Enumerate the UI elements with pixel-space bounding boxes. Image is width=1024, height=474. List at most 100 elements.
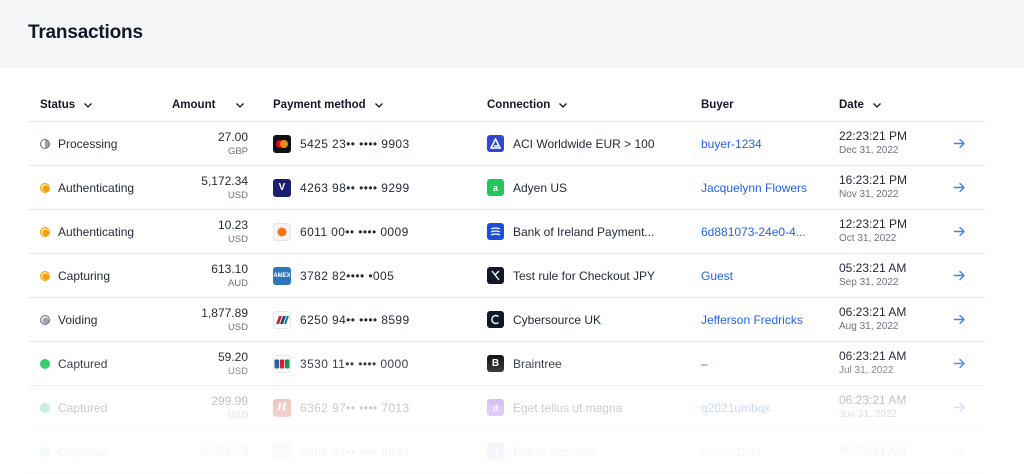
chevron-down-icon: [374, 102, 383, 108]
maestro-icon: [273, 222, 291, 241]
transaction-time: 16:23:21 PM: [839, 173, 908, 187]
status-dot-icon: [40, 182, 50, 193]
transactions-table: Status Amount Payment method Connection …: [28, 88, 985, 474]
header-date: Date: [839, 98, 864, 111]
row-open-button[interactable]: [953, 122, 966, 165]
buyer-link[interactable]: 6d881073-24e0-4...: [701, 225, 806, 239]
chevron-down-icon: [559, 102, 568, 108]
status-dot-icon: [40, 314, 50, 325]
status-label: Captured: [58, 444, 108, 459]
row-open-button[interactable]: [953, 254, 966, 297]
dlocal-icon: d: [487, 399, 504, 416]
card-number: 6250 94•• •••• 8599: [300, 312, 410, 327]
card-number: 3782 82•••• •005: [300, 268, 395, 283]
amount-currency: USD: [227, 321, 248, 333]
header-status: Status: [40, 98, 76, 111]
payment-method-cell: 6062 82•• •••• 8634: [273, 430, 410, 473]
amount-currency: AUD: [227, 277, 248, 289]
transaction-date: Dec 31, 2022: [839, 145, 899, 156]
connection-cell: d Eget tellus ut magna: [487, 386, 622, 429]
transaction-date: Jun 31, 2022: [839, 409, 897, 420]
amount-value: 5,172.34: [201, 173, 248, 188]
buyer-link[interactable]: Guest: [701, 269, 733, 283]
buyer-link[interactable]: –: [701, 357, 708, 371]
buyer-cell: buyer-1234: [701, 430, 762, 473]
table-row[interactable]: Authenticating 10.23 USD 6011 00•• •••• …: [28, 210, 985, 254]
row-open-button[interactable]: [953, 298, 966, 341]
buyer-link[interactable]: Jefferson Fredricks: [701, 313, 803, 327]
date-cell: 06:23:21 AM Jun 31, 2022: [839, 386, 906, 429]
chevron-down-icon: [872, 102, 881, 108]
connection-cell: B Braintree: [487, 342, 562, 385]
buyer-link[interactable]: buyer-1234: [701, 445, 762, 459]
table-row[interactable]: Processing 27.00 GBP 5425 23•• •••• 9903…: [28, 122, 985, 166]
status-cell: Voiding: [40, 298, 97, 341]
buyer-link[interactable]: buyer-1234: [701, 137, 762, 151]
connection-name: Cybersource UK: [513, 312, 602, 327]
table-row[interactable]: Captured 8,268.23 6062 82•• •••• 8634 d …: [28, 430, 985, 474]
status-label: Voiding: [58, 312, 98, 327]
table-row[interactable]: Authenticating 5,172.34 USD V 4263 98•• …: [28, 166, 985, 210]
arrow-right-icon: [953, 314, 965, 325]
arrow-right-icon: [953, 226, 965, 237]
status-cell: Captured: [40, 342, 107, 385]
date-cell: 06:23:21 AM Jul 31, 2022: [839, 342, 906, 385]
table-row[interactable]: Captured 299.99 USD H 6362 97•• •••• 701…: [28, 386, 985, 430]
payment-method-cell: V 4263 98•• •••• 9299: [273, 166, 410, 209]
status-cell: Capturing: [40, 254, 110, 297]
status-label: Processing: [58, 136, 118, 151]
payment-method-cell: 6011 00•• •••• 0009: [273, 210, 409, 253]
buyer-cell: –: [701, 342, 708, 385]
date-cell: 22:23:21 PM Dec 31, 2022: [839, 122, 907, 165]
status-cell: Authenticating: [40, 166, 134, 209]
connection-cell: Cybersource UK: [487, 298, 601, 341]
status-label: Captured: [58, 356, 108, 371]
card-number: 4263 98•• •••• 9299: [300, 180, 410, 195]
status-cell: Processing: [40, 122, 117, 165]
amount-currency: USD: [227, 189, 248, 201]
header-connection: Connection: [487, 98, 551, 111]
amount-currency: USD: [227, 365, 248, 377]
row-open-button[interactable]: [953, 430, 966, 473]
date-cell: 16:23:21 PM Nov 31, 2022: [839, 166, 907, 209]
row-open-button[interactable]: [953, 166, 966, 209]
date-cell: 05:23:21 AM Sep 31, 2022: [839, 254, 906, 297]
connection-name: Test rule for Checkout JPY: [513, 268, 656, 283]
adyen-icon: a: [487, 179, 504, 196]
table-row[interactable]: Captured 59.20 USD 3530 11•• •••• 0000 B…: [28, 342, 985, 386]
card-number: 5425 23•• •••• 9903: [300, 136, 410, 151]
transaction-time: 06:23:21 AM: [839, 444, 907, 458]
arrow-right-icon: [953, 270, 965, 281]
card-icon: [273, 442, 291, 461]
amount-currency: USD: [227, 233, 248, 245]
connection-cell: Test rule for Checkout JPY: [487, 254, 655, 297]
connection-cell: a Adyen US: [487, 166, 567, 209]
date-cell: 12:23:21 PM Oct 31, 2022: [839, 210, 907, 253]
payment-method-cell: 6250 94•• •••• 8599: [273, 298, 410, 341]
amount-value: 27.00: [217, 129, 248, 144]
payment-method-cell: 5425 23•• •••• 9903: [273, 122, 410, 165]
amount-value: 1,877.89: [201, 305, 248, 320]
row-open-button[interactable]: [953, 210, 966, 253]
buyer-link[interactable]: Jacquelynn Flowers: [701, 181, 807, 195]
buyer-cell: Jefferson Fredricks: [701, 298, 803, 341]
connection-name: Fusce nec urna: [513, 444, 596, 459]
row-open-button[interactable]: [953, 342, 966, 385]
amount-cell: 5,172.34 USD: [172, 166, 248, 209]
status-dot-icon: [40, 358, 50, 369]
table-row[interactable]: Voiding 1,877.89 USD 6250 94•• •••• 8599…: [28, 298, 985, 342]
row-open-button[interactable]: [953, 386, 966, 429]
amount-cell: 613.10 AUD: [172, 254, 248, 297]
arrow-right-icon: [953, 446, 965, 457]
transaction-time: 06:23:21 AM: [839, 305, 907, 319]
amount-value: 10.23: [217, 217, 248, 232]
payment-method-cell: AMEX 3782 82•••• •005: [273, 254, 394, 297]
arrow-right-icon: [953, 138, 965, 149]
amount-value: 299.99: [211, 393, 248, 408]
transaction-date: Sep 31, 2022: [839, 277, 899, 288]
chevron-down-icon: [84, 102, 93, 108]
header-payment-method: Payment method: [273, 98, 366, 111]
table-row[interactable]: Capturing 613.10 AUD AMEX 3782 82•••• •0…: [28, 254, 985, 298]
buyer-link[interactable]: g2021umbqx: [701, 401, 770, 415]
connection-cell: Bank of Ireland Payment...: [487, 210, 654, 253]
